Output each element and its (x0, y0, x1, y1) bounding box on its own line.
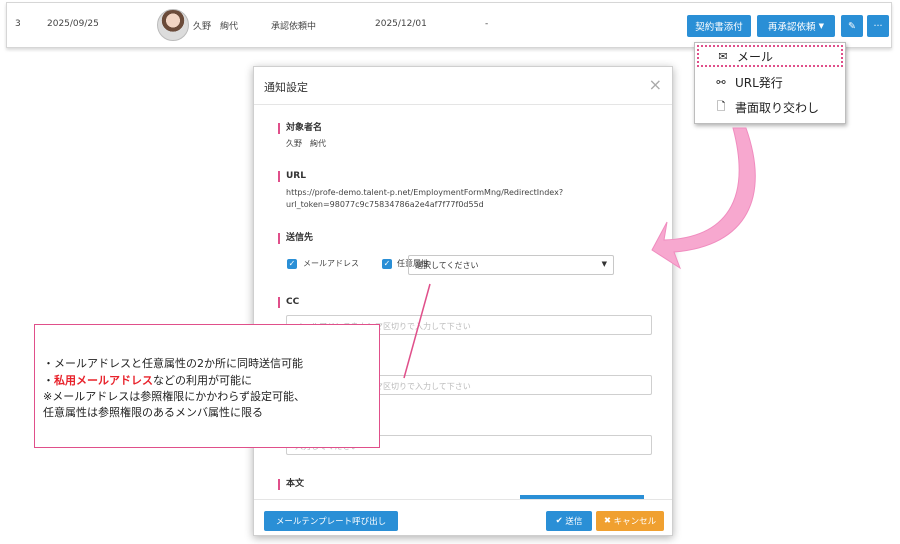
note-line-2-prefix: ・ (43, 374, 54, 387)
note-line-4: 任意属性は参照権限のあるメンバ属性に限る (43, 406, 263, 419)
note-line-3: ※メールアドレスは参照権限にかかわらず設定可能、 (43, 390, 305, 403)
screenshot-stage: 3 2025/09/25 久野 絢代 承認依頼中 2025/12/01 - 契約… (0, 0, 900, 544)
pink-arrow-shape (651, 127, 756, 270)
annotation-note: ・メールアドレスと任意属性の2か所に同時送信可能 ・私用メールアドレスなどの利用… (34, 324, 380, 448)
note-line-1: ・メールアドレスと任意属性の2か所に同時送信可能 (43, 357, 303, 370)
note-line-2: ・私用メールアドレスなどの利用が可能に (43, 372, 252, 388)
annotation-overlay (403, 127, 756, 379)
note-highlight: 私用メールアドレス (54, 374, 153, 387)
callout-line (403, 283, 431, 379)
note-line-2-suffix: などの利用が可能に (153, 374, 252, 387)
